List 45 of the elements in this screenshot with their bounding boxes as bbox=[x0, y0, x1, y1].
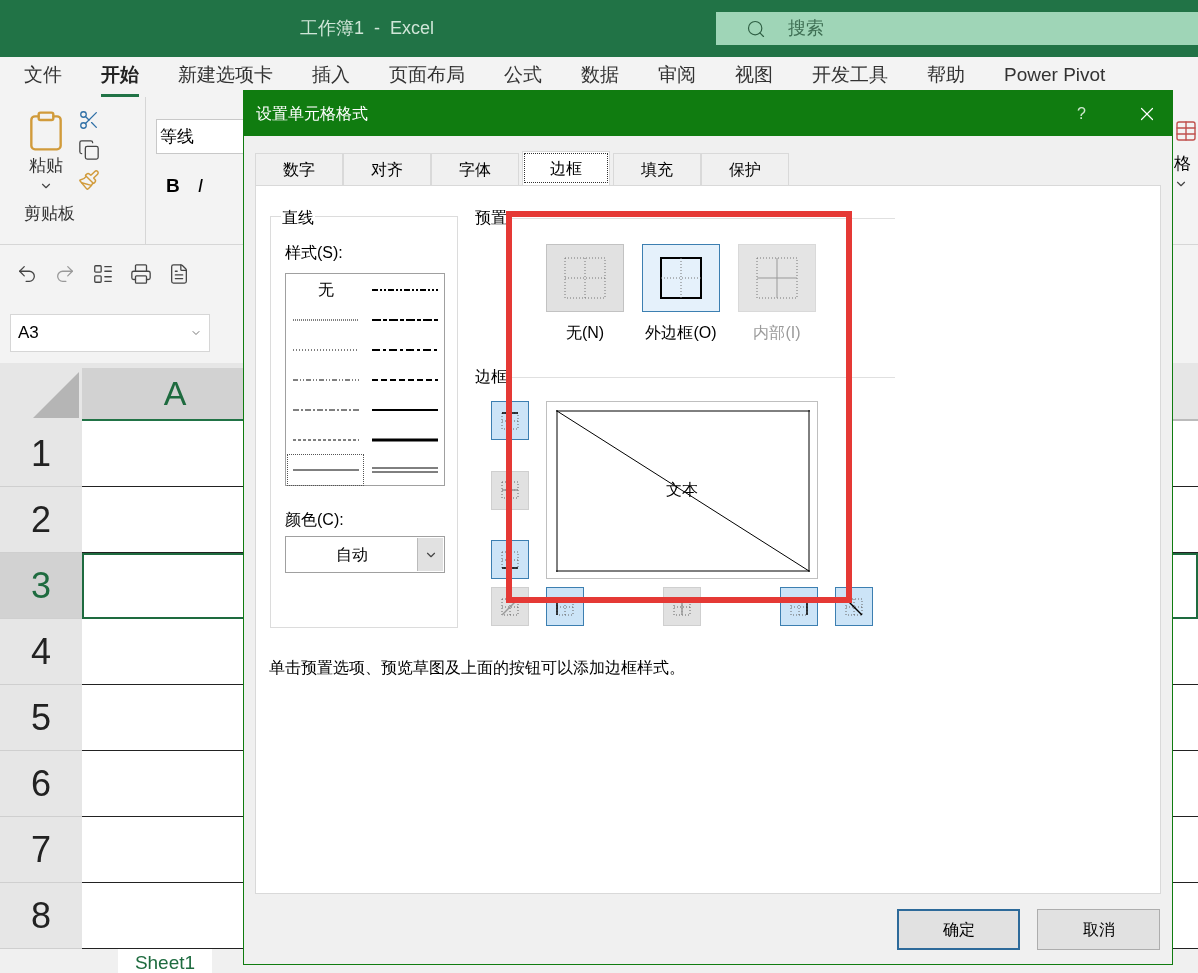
cancel-button[interactable]: 取消 bbox=[1037, 909, 1160, 950]
name-box[interactable]: A3 bbox=[10, 314, 210, 352]
ribbon-tab[interactable]: 帮助 bbox=[927, 57, 965, 97]
border-preview[interactable]: 文本 bbox=[546, 401, 818, 579]
dialog-tab[interactable]: 填充 bbox=[613, 153, 701, 185]
dialog-tab[interactable]: 数字 bbox=[255, 153, 343, 185]
italic-button[interactable]: I bbox=[197, 172, 203, 201]
window-title: 工作簿1 - Excel bbox=[300, 17, 435, 40]
ribbon-tab[interactable]: 文件 bbox=[24, 57, 62, 97]
dialog-tab[interactable]: 对齐 bbox=[343, 153, 431, 185]
paste-label[interactable]: 粘贴 bbox=[29, 153, 63, 179]
preset-label: 外边框(O) bbox=[645, 323, 717, 343]
sheet-tab[interactable]: Sheet1 bbox=[118, 949, 212, 973]
preset-label: 无(N) bbox=[565, 323, 605, 343]
ribbon-tab[interactable]: 数据 bbox=[581, 57, 619, 97]
ribbon-tab[interactable]: 视图 bbox=[735, 57, 773, 97]
color-label: 颜色(C): bbox=[285, 510, 345, 530]
ribbon-tab[interactable]: 插入 bbox=[312, 57, 350, 97]
bold-button[interactable]: B bbox=[166, 172, 180, 201]
dialog-tab[interactable]: 保护 bbox=[701, 153, 789, 185]
hint-text: 单击预置选项、预览草图及上面的按钮可以添加边框样式。 bbox=[269, 658, 686, 678]
style-label: 样式(S): bbox=[285, 243, 344, 263]
row-header[interactable]: 3 bbox=[0, 553, 82, 619]
dialog-tab[interactable]: 字体 bbox=[431, 153, 519, 185]
dialog-title: 设置单元格格式 bbox=[256, 103, 368, 124]
preview-text: 文本 bbox=[666, 480, 698, 500]
ribbon-tab[interactable]: Power Pivot bbox=[1004, 57, 1106, 97]
ok-button[interactable]: 确定 bbox=[897, 909, 1020, 950]
ribbon-tab[interactable]: 审阅 bbox=[658, 57, 696, 97]
line-style-option[interactable]: 无 bbox=[288, 275, 363, 305]
format-label[interactable]: 格 bbox=[1174, 151, 1191, 177]
ribbon-tab[interactable]: 新建选项卡 bbox=[178, 57, 273, 97]
color-value: 自动 bbox=[334, 544, 369, 565]
dialog-tab[interactable]: 边框 bbox=[522, 151, 610, 185]
preset-label: 内部(I) bbox=[753, 323, 801, 343]
ribbon-tab[interactable]: 页面布局 bbox=[389, 57, 465, 97]
group-title: 边框 bbox=[475, 367, 507, 387]
ribbon-tab[interactable]: 公式 bbox=[504, 57, 542, 97]
group-title: 预置 bbox=[475, 208, 507, 228]
color-dropdown[interactable]: 自动 bbox=[285, 536, 445, 573]
search-input[interactable]: 搜索 bbox=[788, 15, 988, 42]
ribbon-tab[interactable]: 开发工具 bbox=[812, 57, 888, 97]
help-button[interactable]: ? bbox=[1077, 101, 1086, 126]
search-field[interactable]: 搜索 bbox=[716, 12, 1198, 45]
group-label: 剪贴板 bbox=[24, 202, 76, 225]
